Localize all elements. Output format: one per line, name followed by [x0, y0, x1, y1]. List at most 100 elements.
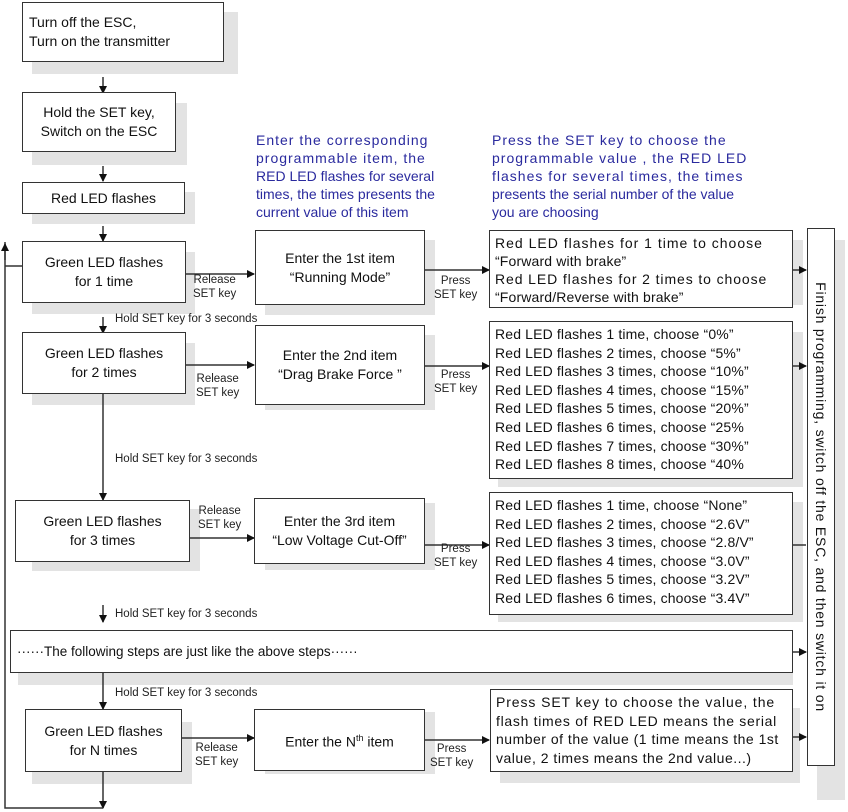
label-text: SET key: [196, 387, 240, 399]
value-line: number of the value (1 time means the 1s…: [496, 731, 779, 747]
label-text: Release: [195, 742, 238, 754]
note-line: you are choosing: [492, 204, 599, 220]
box-text: “Low Voltage Cut-Off”: [272, 532, 407, 548]
value-line: Red LED flashes 2 times, choose “2.6V”: [495, 515, 750, 532]
label-text: SET key: [434, 557, 478, 569]
value-line: “Forward/Reverse with brake”: [495, 289, 684, 305]
box-text: Enter the 3rd item: [283, 513, 396, 529]
item-2-drag-brake-force: Enter the 2nd item “Drag Brake Force ”: [255, 325, 425, 405]
value-line: Red LED flashes for 1 time to choose: [495, 235, 763, 251]
release-label: Release SET key: [198, 504, 241, 532]
step-hold-set-key: Hold the SET key, Switch on the ESC: [22, 92, 176, 152]
step-text: Red LED flashes: [50, 189, 157, 206]
value-line: Red LED flashes 8 times, choose “40%: [495, 456, 744, 473]
label-text: Press: [440, 543, 471, 555]
note-line: current value of this item: [256, 204, 409, 220]
press-label: Press SET key: [434, 274, 477, 302]
release-label: Release SET key: [196, 372, 239, 400]
finish-text: Finish programming, switch off the ESC, …: [813, 282, 829, 712]
label-text: Release: [198, 505, 241, 517]
label-text: SET key: [434, 383, 478, 395]
value-line: Red LED flashes 4 times, choose “3.0V”: [495, 552, 750, 569]
box-text: for 1 time: [74, 273, 134, 289]
hold-label: Hold SET key for 3 seconds: [115, 313, 258, 325]
item-1-running-mode: Enter the 1st item “Running Mode”: [255, 230, 425, 305]
label-text: Press: [440, 369, 471, 381]
press-label: Press SET key: [434, 542, 477, 570]
value-line: value, 2 times means the 2nd value...): [496, 749, 752, 766]
hold-label: Hold SET key for 3 seconds: [115, 687, 258, 699]
value-line: Red LED flashes 3 times, choose “10%”: [495, 363, 749, 380]
step-text: Switch on the ESC: [40, 123, 158, 139]
note-line: RED LED flashes for several: [256, 168, 435, 184]
hold-label: Hold SET key for 3 seconds: [115, 453, 258, 465]
note-line: presents the serial number of the value: [492, 186, 735, 202]
value-line: Red LED flashes for 2 times to choose: [495, 271, 768, 287]
release-label: Release SET key: [195, 741, 238, 769]
value-line: “Forward with brake”: [495, 253, 627, 269]
box-text: Green LED flashes: [44, 722, 163, 739]
step-turn-off-esc: Turn off the ESC, Turn on the transmitte…: [22, 2, 224, 62]
box-text: for N times: [69, 741, 138, 758]
hold-label: Hold SET key for 3 seconds: [115, 608, 258, 620]
item-n-suffix: item: [363, 733, 394, 750]
box-text: Enter the 2nd item: [282, 347, 398, 363]
release-label: Release SET key: [193, 273, 236, 301]
step-text: Turn on the transmitter: [29, 33, 171, 49]
step-red-led-flashes: Red LED flashes: [22, 182, 185, 214]
note-line: programmable item, the: [256, 150, 426, 166]
following-steps-note: ······The following steps are just like …: [10, 630, 793, 673]
green-led-3-times: Green LED flashes for 3 times: [15, 500, 190, 562]
box-text: Green LED flashes: [44, 254, 164, 270]
box-text: Enter the Nth item: [285, 729, 394, 752]
value-line: Press SET key to choose the value, the: [496, 694, 776, 710]
value-line: Red LED flashes 3 times, choose “2.8/V”: [495, 534, 754, 551]
values-running-mode: Red LED flashes for 1 time to choose “Fo…: [489, 230, 793, 308]
item-3-low-voltage-cut-off: Enter the 3rd item “Low Voltage Cut-Off”: [254, 498, 425, 564]
item-n-sup: th: [355, 732, 364, 743]
value-line: Red LED flashes 6 times, choose “25%: [495, 418, 744, 435]
box-text: for 3 times: [69, 532, 136, 548]
note-line: programmable value , the RED LED: [492, 150, 748, 166]
finish-programming-box: Finish programming, switch off the ESC, …: [807, 228, 835, 766]
box-text: “Running Mode”: [289, 268, 391, 285]
label-text: Press: [440, 275, 471, 287]
note-values-column: Press the SET key to choose the programm…: [492, 131, 747, 221]
step-text: Turn off the ESC,: [29, 14, 137, 30]
value-line: Red LED flashes 2 times, choose “5%”: [495, 344, 741, 361]
value-line: Red LED flashes 1 time, choose “None”: [495, 497, 748, 513]
value-line: Red LED flashes 7 times, choose “30%”: [495, 437, 749, 454]
values-low-voltage-cut-off: Red LED flashes 1 time, choose “None” Re…: [489, 492, 793, 615]
box-text: for 2 times: [71, 364, 137, 380]
press-label: Press SET key: [430, 742, 473, 770]
step-text: Hold the SET key,: [43, 104, 155, 120]
green-led-2-times: Green LED flashes for 2 times: [22, 332, 186, 394]
box-text: “Drag Brake Force ”: [278, 366, 402, 382]
box-text: Green LED flashes: [43, 513, 162, 529]
value-line: Red LED flashes 5 times, choose “20%”: [495, 400, 749, 417]
press-label: Press SET key: [434, 368, 477, 396]
value-line: flash times of RED LED means the serial: [496, 712, 777, 729]
green-led-n-times: Green LED flashes for N times: [25, 709, 182, 772]
values-item-n: Press SET key to choose the value, the f…: [490, 689, 793, 772]
box-text: ······The following steps are just like …: [17, 644, 358, 659]
value-line: Red LED flashes 5 times, choose “3.2V”: [495, 571, 750, 588]
value-line: Red LED flashes 6 times, choose “3.4V”: [495, 589, 750, 606]
values-drag-brake-force: Red LED flashes 1 time, choose “0%” Red …: [489, 321, 793, 479]
label-text: SET key: [195, 756, 239, 768]
label-text: SET key: [430, 757, 474, 769]
label-text: Press: [436, 743, 467, 755]
green-led-1-time: Green LED flashes for 1 time: [22, 241, 186, 303]
label-text: SET key: [434, 289, 478, 301]
label-text: SET key: [198, 519, 242, 531]
box-text: Enter the 1st item: [285, 249, 395, 266]
note-line: Press the SET key to choose the: [492, 132, 727, 148]
note-line: flashes for several times, the times: [492, 168, 744, 184]
note-line: times, the times presents the: [256, 186, 435, 202]
value-line: Red LED flashes 1 time, choose “0%”: [495, 326, 734, 342]
value-line: Red LED flashes 4 times, choose “15%”: [495, 381, 749, 398]
note-line: Enter the corresponding: [256, 132, 429, 148]
label-text: Release: [193, 274, 236, 286]
label-text: Release: [196, 373, 239, 385]
item-n: Enter the Nth item: [254, 709, 425, 771]
